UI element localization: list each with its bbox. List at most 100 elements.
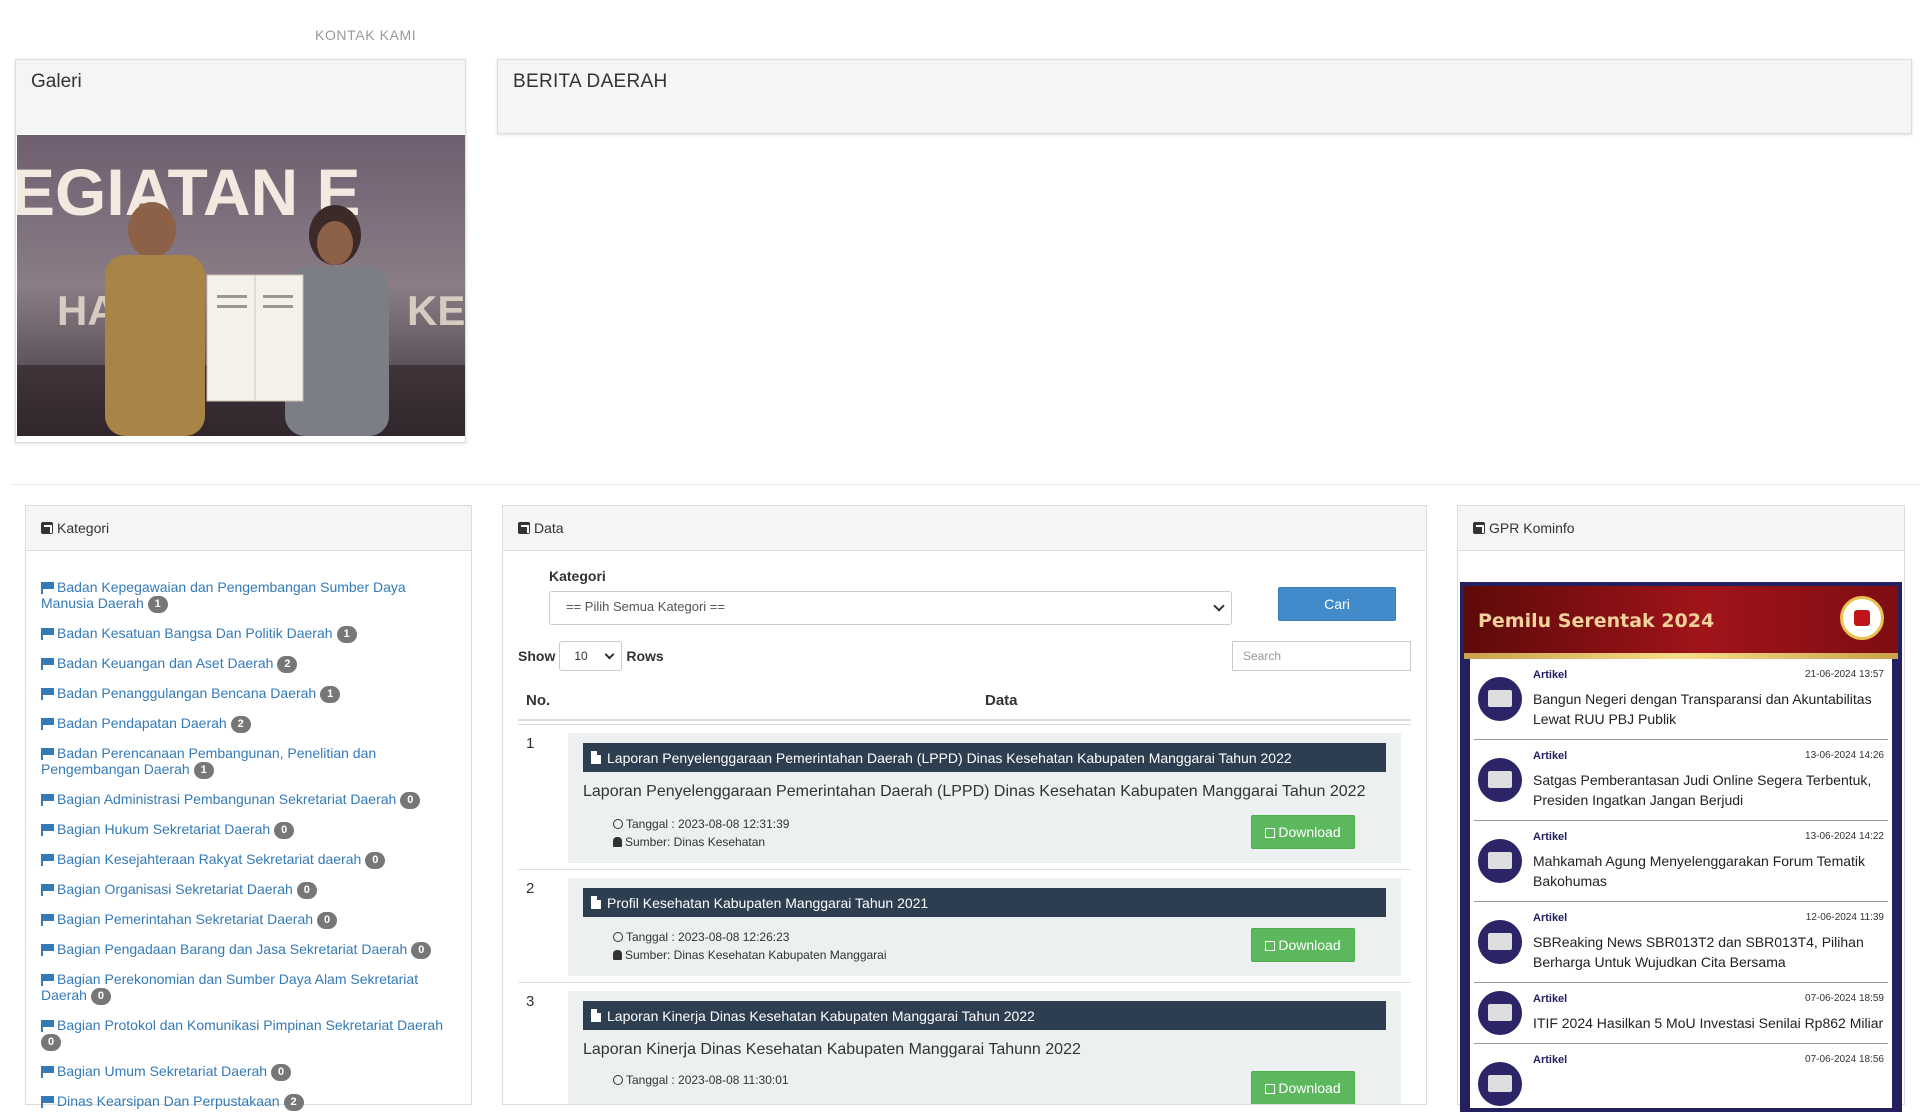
kategori-item[interactable]: Badan Kepegawaian dan Pengembangan Sumbe… [41,579,456,613]
save-icon [1265,941,1276,951]
document-title[interactable]: Laporan Penyelenggaraan Pemerintahan Dae… [583,743,1386,772]
count-badge: 1 [320,686,341,703]
kategori-item[interactable]: Bagian Pemerintahan Sekretariat Daerah 0 [41,911,456,929]
rows-select[interactable]: 10 [559,641,623,671]
document-description: Laporan Penyelenggaraan Pemerintahan Dae… [583,783,1366,800]
row-number: 2 [526,880,535,897]
data-panel: Data Kategori == Pilih Semua Kategori ==… [502,505,1427,1105]
flag-icon [41,748,54,760]
article-date: 12-06-2024 11:39 [1805,912,1884,923]
gpr-kominfo-panel: GPR Kominfo Pemilu Serentak 2024 Artikel… [1457,505,1905,1112]
column-header-no: No. [526,692,551,709]
search-input[interactable]: Search [1232,641,1411,671]
galeri-banner-text: EGIATAN E [17,155,361,229]
flag-icon [41,1096,54,1108]
pemilu-banner[interactable]: Pemilu Serentak 2024 [1464,586,1898,659]
kategori-item[interactable]: Bagian Pengadaan Barang dan Jasa Sekreta… [41,941,456,959]
flag-icon [41,794,54,806]
kategori-select[interactable]: == Pilih Semua Kategori == [549,591,1232,625]
article-date: 07-06-2024 18:59 [1805,993,1884,1004]
article-category: Artikel [1533,1054,1568,1066]
flag-icon [41,854,54,866]
table-row: 1 Laporan Penyelenggaraan Pemerintahan D… [518,724,1411,869]
nav-kontak-kami[interactable]: KONTAK KAMI [315,27,416,43]
external-link-icon [518,522,530,534]
kategori-title: Kategori [57,520,110,536]
article-item[interactable]: Artikel 13-06-2024 14:22 Mahkamah Agung … [1474,821,1888,902]
galeri-photo-image: EGIATAN E HAN KE [17,135,465,436]
download-button[interactable]: Download [1251,815,1355,849]
article-item[interactable]: Artikel 21-06-2024 13:57 Bangun Negeri d… [1474,659,1888,740]
article-date: 21-06-2024 13:57 [1805,669,1884,680]
kategori-item[interactable]: Badan Kesatuan Bangsa Dan Politik Daerah… [41,625,456,643]
download-button[interactable]: Download [1251,1071,1355,1104]
flag-icon [41,914,54,926]
kategori-item[interactable]: Bagian Protokol dan Komunikasi Pimpinan … [41,1017,456,1051]
kategori-item[interactable]: Badan Pendapatan Daerah 2 [41,715,456,733]
document-title[interactable]: Laporan Kinerja Dinas Kesehatan Kabupate… [583,1001,1386,1030]
article-thumbnail-icon [1478,1062,1522,1106]
document-title[interactable]: Profil Kesehatan Kabupaten Manggarai Tah… [583,888,1386,917]
gpr-widget: Pemilu Serentak 2024 Artikel 21-06-2024 … [1460,582,1902,1112]
pemilu-banner-text: Pemilu Serentak 2024 [1478,610,1715,632]
kategori-item[interactable]: Bagian Umum Sekretariat Daerah 0 [41,1063,456,1081]
external-link-icon [41,522,53,534]
count-badge: 2 [283,1094,304,1111]
article-category: Artikel [1533,912,1568,924]
article-title[interactable]: Mahkamah Agung Menyelenggarakan Forum Te… [1533,851,1888,891]
download-button[interactable]: Download [1251,928,1355,962]
kategori-list: Badan Kepegawaian dan Pengembangan Sumbe… [26,551,471,1111]
file-icon [591,896,601,909]
article-title[interactable]: Satgas Pemberantasan Judi Online Segera … [1533,770,1888,810]
flag-icon [41,1020,54,1032]
article-category: Artikel [1533,831,1568,843]
kategori-item[interactable]: Badan Keuangan dan Aset Daerah 2 [41,655,456,673]
galeri-title: Galeri [16,60,465,134]
flag-icon [41,974,54,986]
flag-icon [41,884,54,896]
article-title[interactable]: Bangun Negeri dengan Transparansi dan Ak… [1533,689,1888,729]
kategori-item[interactable]: Bagian Administrasi Pembangunan Sekretar… [41,791,456,809]
clock-icon [613,932,623,942]
article-item[interactable]: Artikel 12-06-2024 11:39 SBReaking News … [1474,902,1888,983]
count-badge: 0 [41,1034,61,1051]
user-icon [613,837,622,847]
user-icon [613,950,622,960]
document-meta: Tanggal : 2023-08-08 12:31:39 Sumber: Di… [613,815,789,851]
count-badge: 0 [365,852,386,869]
chevron-down-icon [1213,600,1225,612]
kategori-item[interactable]: Dinas Kearsipan Dan Perpustakaan 2 [41,1093,456,1111]
flag-icon [41,718,54,730]
section-divider [10,484,1920,485]
chevron-down-icon [604,649,615,660]
file-icon [591,751,601,764]
clock-icon [613,819,623,829]
article-thumbnail-icon [1478,677,1522,721]
count-badge: 0 [317,912,338,929]
article-date: 13-06-2024 14:26 [1805,750,1884,761]
row-number: 3 [526,993,535,1010]
article-item[interactable]: Artikel 07-06-2024 18:59 ITIF 2024 Hasil… [1474,983,1888,1044]
berita-daerah-panel: BERITA DAERAH [497,59,1912,134]
kategori-item[interactable]: Bagian Perekonomian dan Sumber Daya Alam… [41,971,456,1005]
save-icon [1265,828,1276,838]
kategori-item[interactable]: Bagian Hukum Sekretariat Daerah 0 [41,821,456,839]
count-badge: 0 [411,942,432,959]
article-title[interactable]: SBReaking News SBR013T2 dan SBR013T4, Pi… [1533,932,1888,972]
kategori-item[interactable]: Bagian Organisasi Sekretariat Daerah 0 [41,881,456,899]
file-icon [591,1009,601,1022]
kategori-item[interactable]: Badan Penanggulangan Bencana Daerah 1 [41,685,456,703]
article-item[interactable]: Artikel 13-06-2024 14:26 Satgas Pemberan… [1474,740,1888,821]
flag-icon [41,824,54,836]
count-badge: 0 [274,822,295,839]
article-title[interactable]: ITIF 2024 Hasilkan 5 MoU Investasi Senil… [1533,1013,1888,1033]
kategori-item[interactable]: Bagian Kesejahteraan Rakyat Sekretariat … [41,851,456,869]
document-meta: Tanggal : 2023-08-08 11:30:01 [613,1071,789,1089]
galeri-photo[interactable]: EGIATAN E HAN KE [17,135,465,436]
document-description: Laporan Kinerja Dinas Kesehatan Kabupate… [583,1041,1081,1058]
article-category: Artikel [1533,993,1568,1005]
rows-label: Rows [626,648,664,664]
cari-button[interactable]: Cari [1278,587,1396,621]
article-item[interactable]: Artikel 07-06-2024 18:56 [1474,1044,1888,1108]
kategori-item[interactable]: Badan Perencanaan Pembangunan, Penelitia… [41,745,456,779]
